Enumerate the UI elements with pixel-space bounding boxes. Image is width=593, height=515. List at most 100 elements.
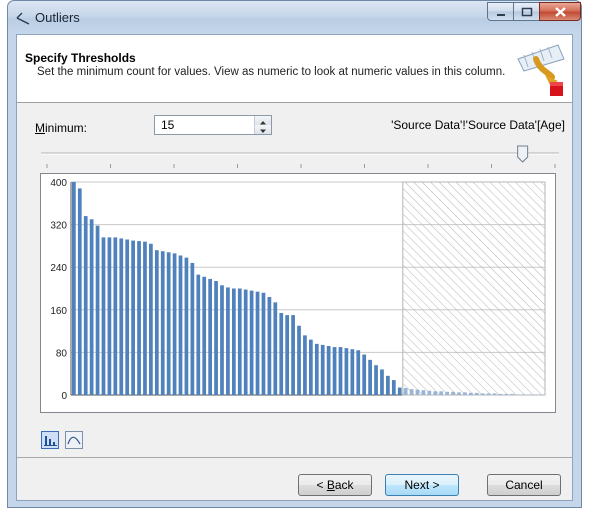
histogram-bar [137,241,141,395]
histogram-bar [433,391,438,395]
histogram-bar [208,278,212,395]
histogram-bar [463,392,467,395]
spin-down-button[interactable] [255,125,271,134]
histogram-bar [451,391,455,395]
close-button[interactable] [539,2,581,21]
histogram-bar [77,188,82,395]
histogram-bar [480,393,485,395]
spin-buttons [254,116,271,134]
page-subtitle: Set the minimum count for values. View a… [37,66,506,78]
minimum-slider[interactable] [41,144,559,172]
histogram-svg: 400 320 240 160 80 0 [50,178,546,402]
histogram-bar [374,365,378,395]
chart-grid [70,181,546,396]
histogram-bar [131,240,135,395]
histogram-bar [492,393,497,395]
histogram-bar [154,250,159,395]
histogram-bar [267,297,272,395]
histogram-bar [297,325,301,395]
histogram-bar [220,285,224,395]
histogram-bar [344,348,349,395]
minimize-button[interactable] [487,2,514,21]
histogram-bar [338,347,343,395]
histogram-bar [237,288,242,395]
histogram-bar [83,216,88,395]
next-button[interactable]: Next > [385,474,459,496]
y-tick-label: 320 [50,221,67,232]
minimum-label: Minimum: [35,121,88,135]
histogram-bar [391,380,396,395]
histogram-bar [125,239,130,395]
histogram-bar [439,391,444,395]
arrow-down-icon [260,129,266,133]
outliers-wizard-icon [517,44,565,96]
histogram-bar [231,288,236,395]
curve-icon [67,436,81,445]
histogram-bar [498,393,503,395]
histogram-bar [72,182,76,395]
column-reference: 'Source Data'!'Source Data'[Age] [391,118,565,132]
histogram-bar [415,389,420,395]
histogram-bar [522,394,527,395]
histogram-bar [243,289,248,395]
histogram-bar [457,392,461,395]
histogram-bar [261,292,266,395]
maximize-button[interactable] [513,2,540,21]
histogram-bar [314,343,319,395]
histogram-chart: 400 320 240 160 80 0 [40,173,556,413]
histogram-bar [504,393,509,395]
histogram-bar [143,241,147,395]
window-title: Outliers [35,10,80,25]
histogram-bar [285,315,290,395]
minimum-value[interactable]: 15 [161,118,174,132]
minimum-spinbox[interactable]: 15 [154,115,272,135]
histogram-bar [409,389,414,395]
wizard-header: Specify Thresholds Set the minimum count… [17,35,572,103]
page-title: Specify Thresholds [25,51,136,65]
outliers-app-icon [16,12,30,25]
histogram-bar [172,253,177,395]
dialog-client: Specify Thresholds Set the minimum count… [16,34,573,501]
histogram-bar [421,390,426,395]
histogram-bar [149,243,153,395]
close-icon [555,7,566,17]
histogram-bar [528,394,532,395]
curve-view-button[interactable] [65,431,83,449]
histogram-bar [397,387,402,395]
histogram-bar [255,291,260,395]
histogram-bar [380,369,384,395]
histogram-bar [303,335,307,395]
histogram-bar [202,276,207,395]
histogram-bar [119,238,124,395]
histogram-bar [445,391,449,395]
histogram-icon [44,436,57,446]
histogram-bar [474,392,479,395]
histogram-bar [107,237,112,395]
maximize-icon [521,7,533,17]
histogram-bar [226,287,230,395]
histogram-bar [279,312,284,395]
histogram-view-button[interactable] [41,431,59,449]
histogram-bar [386,375,390,395]
slider-ticks [46,164,556,168]
histogram-bar [178,255,183,395]
histogram-bar [486,393,491,395]
histogram-bar [510,393,515,395]
histogram-bar [273,302,278,395]
histogram-bar [184,257,189,395]
histogram-bar [214,281,218,395]
histogram-bar [403,388,408,395]
histogram-bar [540,394,544,395]
slider-thumb[interactable] [517,145,529,163]
cancel-button[interactable]: Cancel [487,474,561,496]
histogram-bar [160,251,165,395]
histogram-bar [350,349,355,395]
histogram-bar [249,290,254,395]
minimize-icon [497,14,505,16]
histogram-bar [113,237,118,395]
excluded-region [402,181,546,396]
histogram-bar [326,346,331,395]
y-tick-label: 400 [50,178,67,189]
histogram-bar [291,315,295,395]
back-button[interactable]: < Back [298,474,372,496]
